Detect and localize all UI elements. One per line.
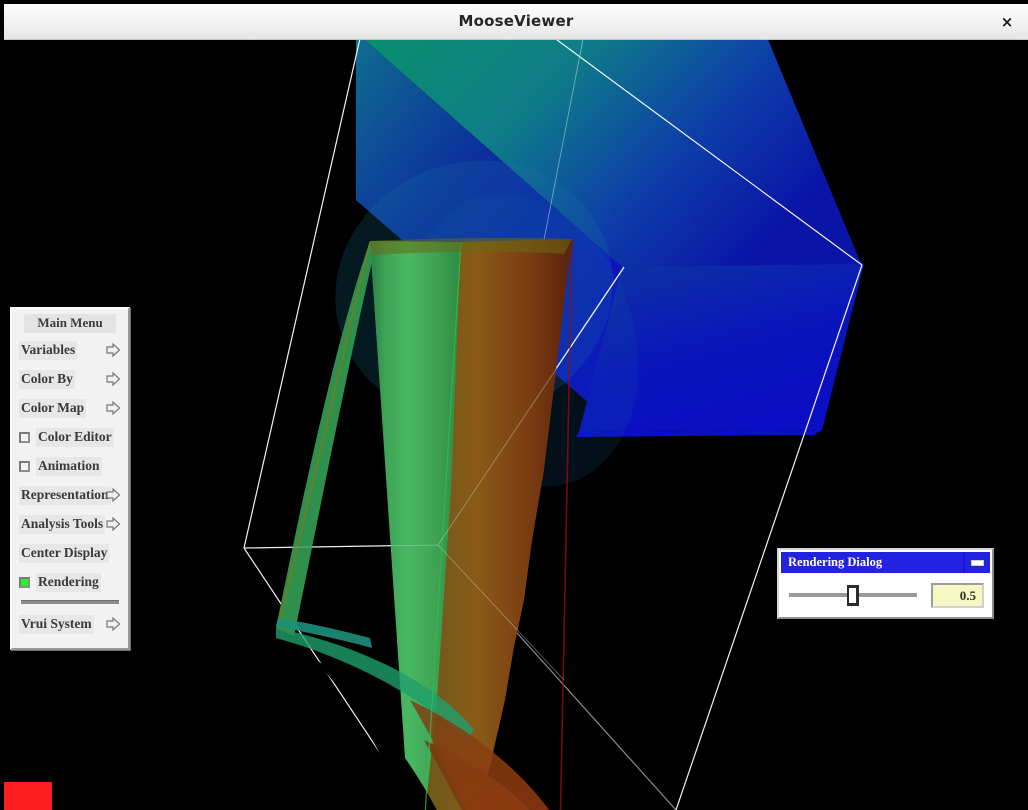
checkbox-icon[interactable] — [19, 461, 30, 472]
menu-item-analysis-tools[interactable]: Analysis Tools — [17, 513, 123, 536]
menu-item-center-display[interactable]: Center Display — [17, 542, 123, 565]
checkbox-icon[interactable] — [19, 432, 30, 443]
collapse-icon[interactable] — [965, 552, 990, 573]
menu-item-animation[interactable]: Animation — [17, 455, 123, 478]
window-title: MooseViewer — [458, 12, 574, 30]
collapse-icon-bar — [971, 559, 984, 566]
rendering-dialog: Rendering Dialog 0.5 — [777, 548, 994, 619]
chevron-right-icon — [106, 342, 121, 358]
menu-item-representation[interactable]: Representation — [17, 484, 123, 507]
rendering-dialog-title: Rendering Dialog — [781, 552, 963, 573]
menu-item-label: Representation — [19, 486, 111, 505]
slider-value-field[interactable]: 0.5 — [931, 582, 984, 608]
menu-item-label: Vrui System — [19, 615, 94, 634]
menu-separator — [21, 600, 119, 604]
3d-scene — [4, 40, 1028, 810]
chevron-right-icon — [106, 371, 121, 387]
menu-item-rendering[interactable]: Rendering — [17, 571, 123, 594]
window-titlebar: MooseViewer × — [4, 4, 1028, 40]
menu-item-label: Color By — [19, 370, 75, 389]
menu-item-label: Analysis Tools — [19, 515, 106, 534]
checkbox-icon[interactable] — [19, 577, 30, 588]
menu-item-color-by[interactable]: Color By — [17, 368, 123, 391]
menu-item-label: Rendering — [36, 573, 101, 592]
chevron-right-icon — [106, 516, 121, 532]
menu-item-label: Variables — [19, 341, 78, 360]
rendering-dialog-body: 0.5 — [779, 575, 992, 617]
main-menu-title: Main Menu — [24, 314, 116, 333]
menu-item-label: Color Editor — [36, 428, 114, 447]
application-window: MooseViewer × Main Menu Variables Color … — [0, 0, 1028, 810]
menu-item-label: Color Map — [19, 399, 87, 418]
chevron-right-icon — [106, 487, 121, 503]
chevron-right-icon — [106, 400, 121, 416]
menu-item-label: Animation — [36, 457, 102, 476]
chevron-right-icon — [106, 616, 121, 632]
close-icon[interactable]: × — [996, 12, 1018, 32]
rendering-dialog-titlebar[interactable]: Rendering Dialog — [781, 552, 990, 573]
menu-item-color-editor[interactable]: Color Editor — [17, 426, 123, 449]
menu-item-vrui-system[interactable]: Vrui System — [17, 613, 123, 636]
slider-handle[interactable] — [847, 585, 859, 606]
menu-item-color-map[interactable]: Color Map — [17, 397, 123, 420]
menu-item-variables[interactable]: Variables — [17, 339, 123, 362]
render-viewport[interactable]: Main Menu Variables Color By Color Map C… — [4, 40, 1028, 810]
opacity-slider[interactable] — [789, 582, 921, 608]
main-menu-panel: Main Menu Variables Color By Color Map C… — [10, 307, 130, 650]
corner-color-marker — [4, 782, 52, 810]
menu-item-label: Center Display — [19, 544, 110, 563]
